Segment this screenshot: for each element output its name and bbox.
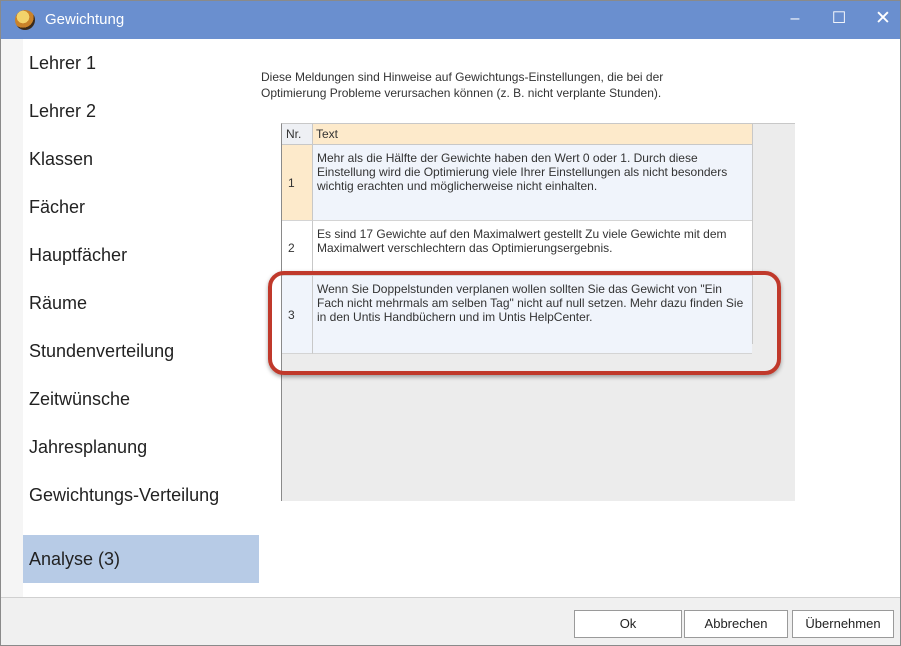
table-row[interactable]: 3 Wenn Sie Doppelstunden verplanen wolle… [282,276,752,354]
sidebar-item-zeitwuensche[interactable]: Zeitwünsche [23,375,259,423]
table-row[interactable]: 1 Mehr als die Hälfte der Gewichte haben… [282,145,752,221]
sidebar-item-hauptfaecher[interactable]: Hauptfächer [23,231,259,279]
hint-line-2: Optimierung Probleme verursachen können … [261,86,662,100]
table-header: Nr. Text [282,124,752,145]
hint-line-1: Diese Meldungen sind Hinweise auf Gewich… [261,70,664,84]
dialog-window: Gewichtung – ☐ ✕ Lehrer 1 Lehrer 2 Klass… [0,0,901,646]
sidebar-item-klassen[interactable]: Klassen [23,135,259,183]
sidebar-item-faecher[interactable]: Fächer [23,183,259,231]
sidebar-item-raeume[interactable]: Räume [23,279,259,327]
sidebar-item-analyse[interactable]: Analyse (3) [23,535,259,583]
row-text: Wenn Sie Doppelstunden verplanen wollen … [313,276,752,354]
row-number: 2 [282,221,313,276]
app-logo-icon [15,10,35,30]
messages-table[interactable]: Nr. Text 1 Mehr als die Hälfte der Gewic… [281,123,795,501]
row-text: Mehr als die Hälfte der Gewichte haben d… [313,145,752,221]
dialog-footer: Ok Abbrechen Übernehmen [1,597,900,645]
minimize-icon[interactable]: – [773,1,817,39]
hint-text: Diese Meldungen sind Hinweise auf Gewich… [261,69,821,101]
row-text: Es sind 17 Gewichte auf den Maximalwert … [313,221,752,276]
analysis-panel: Diese Meldungen sind Hinweise auf Gewich… [259,39,900,597]
sidebar-item-lehrer-1[interactable]: Lehrer 1 [23,39,259,87]
table-row[interactable]: 2 Es sind 17 Gewichte auf den Maximalwer… [282,221,752,276]
ok-button[interactable]: Ok [574,610,682,638]
column-divider [752,124,753,344]
sidebar-item-gewichtungs-verteilung[interactable]: Gewichtungs-Verteilung [23,471,259,519]
column-header-nr[interactable]: Nr. [282,124,313,145]
row-number: 1 [282,145,313,221]
sidebar-item-lehrer-2[interactable]: Lehrer 2 [23,87,259,135]
close-icon[interactable]: ✕ [861,1,901,39]
window-title: Gewichtung [45,11,125,28]
sidebar-item-jahresplanung[interactable]: Jahresplanung [23,423,259,471]
row-number: 3 [282,276,313,354]
title-bar[interactable]: Gewichtung – ☐ ✕ [1,1,900,39]
column-header-text[interactable]: Text [313,124,752,145]
cancel-button[interactable]: Abbrechen [684,610,788,638]
sidebar-nav: Lehrer 1 Lehrer 2 Klassen Fächer Hauptfä… [23,39,259,597]
apply-button[interactable]: Übernehmen [792,610,894,638]
maximize-icon[interactable]: ☐ [817,1,861,39]
sidebar-item-stundenverteilung[interactable]: Stundenverteilung [23,327,259,375]
